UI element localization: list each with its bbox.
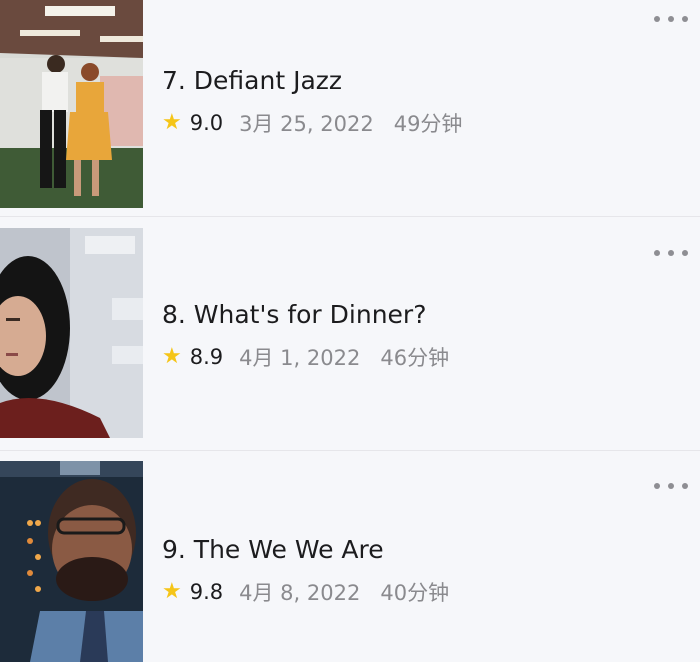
more-dot — [682, 250, 688, 256]
row-divider — [0, 450, 700, 451]
more-dot — [682, 483, 688, 489]
episode-rating: 8.9 — [189, 345, 224, 369]
episode-date: 4月 1, 2022 — [239, 346, 361, 370]
more-horizontal-icon — [654, 250, 660, 256]
more-options-button[interactable] — [654, 479, 688, 493]
episode-meta: ★ 8.9 4月 1, 2022 46分钟 — [162, 342, 449, 372]
star-icon: ★ — [162, 579, 182, 604]
episode-meta: ★ 9.0 3月 25, 2022 49分钟 — [162, 108, 462, 138]
episode-rating: 9.8 — [189, 580, 224, 604]
episode-duration: 46分钟 — [380, 346, 450, 370]
episode-meta: ★ 9.8 4月 8, 2022 40分钟 — [162, 577, 449, 607]
more-dot — [668, 483, 674, 489]
episode-date: 3月 25, 2022 — [239, 112, 374, 136]
episode-duration: 40分钟 — [380, 581, 450, 605]
more-horizontal-icon — [654, 16, 660, 22]
row-divider — [0, 216, 700, 217]
more-horizontal-icon — [654, 483, 660, 489]
more-options-button[interactable] — [654, 246, 688, 260]
episode-date: 4月 8, 2022 — [239, 581, 361, 605]
episode-row-9[interactable]: 9. The We We Are ★ 9.8 4月 8, 2022 40分钟 — [0, 461, 700, 662]
star-icon: ★ — [162, 344, 182, 369]
episode-title: 7. Defiant Jazz — [162, 66, 343, 95]
more-dot — [668, 16, 674, 22]
more-dot — [682, 16, 688, 22]
episode-row-7[interactable]: 7. Defiant Jazz ★ 9.0 3月 25, 2022 49分钟 — [0, 0, 700, 208]
episode-thumbnail[interactable] — [0, 461, 143, 662]
episode-rating: 9.0 — [189, 111, 224, 135]
more-options-button[interactable] — [654, 12, 688, 26]
star-icon: ★ — [162, 110, 182, 135]
episode-list: 7. Defiant Jazz ★ 9.0 3月 25, 2022 49分钟 8… — [0, 0, 700, 662]
episode-title: 8. What's for Dinner? — [162, 300, 427, 329]
episode-title: 9. The We We Are — [162, 535, 384, 564]
episode-thumbnail[interactable] — [0, 228, 143, 438]
episode-thumbnail[interactable] — [0, 0, 143, 208]
episode-duration: 49分钟 — [393, 112, 463, 136]
more-dot — [668, 250, 674, 256]
episode-row-8[interactable]: 8. What's for Dinner? ★ 8.9 4月 1, 2022 4… — [0, 228, 700, 438]
